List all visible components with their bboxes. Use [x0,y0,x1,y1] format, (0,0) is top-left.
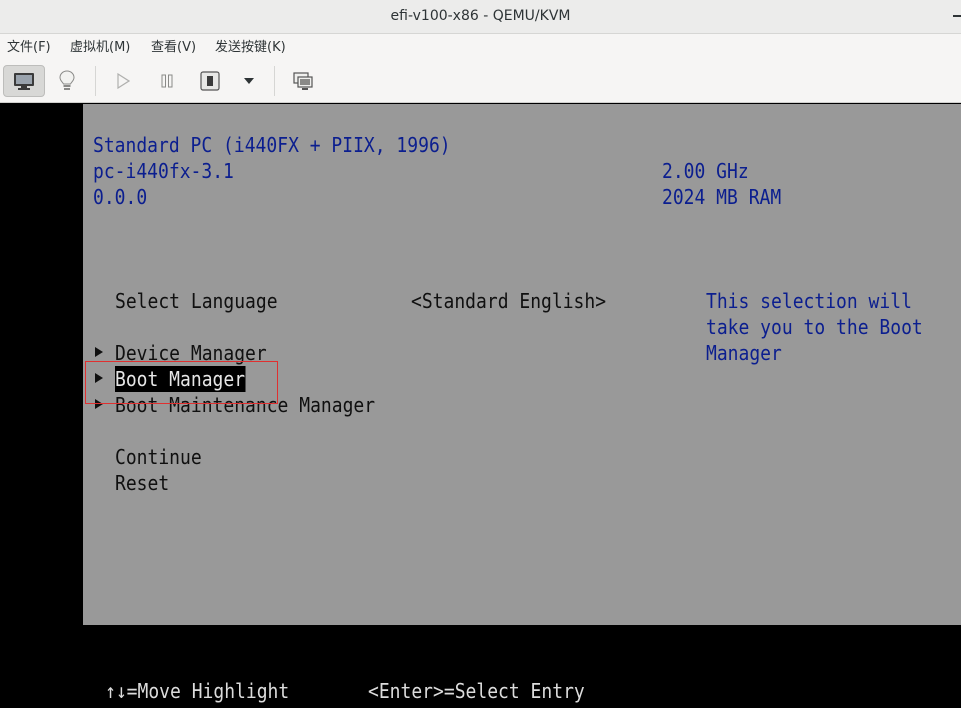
menu-bar: 文件(F) 虚拟机(M) 查看(V) 发送按键(K) [0,34,961,61]
details-button[interactable] [51,65,83,97]
window-titlebar: efi-v100-x86 - QEMU/KVM [0,0,961,34]
help-text-line3: Manager [706,341,782,365]
console-icon [14,73,34,90]
toolbar [0,61,961,103]
help-text-line2: take you to the Boot [706,315,923,339]
toolbar-separator [274,66,275,96]
dropdown-icon [244,78,254,84]
menu-file[interactable]: 文件(F) [7,34,51,61]
help-text-line1: This selection will [706,289,912,313]
footer-move-highlight: ↑↓=Move Highlight [105,679,290,703]
power-icon [200,71,220,91]
menu-item-continue[interactable]: Continue [115,444,202,470]
snapshot-icon [293,72,313,90]
menu-vm[interactable]: 虚拟机(M) [70,34,130,61]
snapshot-button[interactable] [288,65,318,97]
menu-send-key[interactable]: 发送按键(K) [215,34,286,61]
run-button[interactable] [108,65,138,97]
pause-icon [161,74,173,88]
power-menu-dropdown[interactable] [236,65,262,97]
minimize-icon[interactable] [953,15,961,17]
play-icon [117,73,130,89]
pause-button[interactable] [152,65,182,97]
power-button[interactable] [196,65,224,97]
lightbulb-icon [59,70,75,90]
platform-name: Standard PC (i440FX + PIIX, 1996) [93,133,451,157]
window-title: efi-v100-x86 - QEMU/KVM [390,8,571,24]
submenu-arrow-icon [95,347,103,357]
memory-size: 2024 MB RAM [662,185,782,209]
footer-select-entry: <Enter>=Select Entry [368,679,585,703]
selection-annotation-box [85,361,278,404]
select-language-label[interactable]: Select Language [115,288,278,314]
select-language-value[interactable]: <Standard English> [411,288,606,314]
cpu-speed: 2.00 GHz [662,159,749,183]
firmware-version: 0.0.0 [93,185,148,209]
console-button[interactable] [3,65,45,97]
machine-type: pc-i440fx-3.1 [93,159,234,183]
menu-view[interactable]: 查看(V) [151,34,196,61]
toolbar-separator [95,66,96,96]
menu-item-reset[interactable]: Reset [115,470,169,496]
